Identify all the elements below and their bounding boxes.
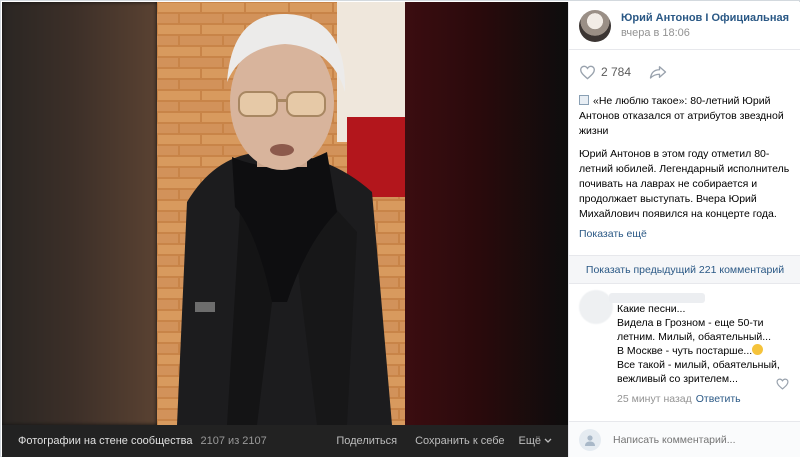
comment-text: В Москве - чуть постарше... [617,345,753,357]
share-arrow-icon [649,66,667,79]
community-avatar[interactable] [579,9,611,42]
comments-section: Показать предыдущий 221 комментарий Каки… [569,255,800,406]
comment-line: Видела в Грозном - еще 50-ти летним. Мил… [617,317,772,343]
comment-composer [569,421,800,457]
user-avatar [579,428,601,451]
post-headline: «Не люблю такое»: 80-летний Юрий Антонов… [579,94,790,139]
blurred-background-left [2,2,157,425]
viewer-bottom-bar: Фотографии на стене сообщества 2107 из 2… [2,425,568,457]
album-link[interactable]: Фотографии на стене сообщества [18,435,193,447]
like-button[interactable]: 2 784 [579,65,631,80]
comment-item: Какие песни... Видела в Грозном - еще 50… [569,284,800,406]
chevron-down-icon [544,438,552,443]
like-count: 2 784 [601,65,632,79]
more-menu-button[interactable]: Ещё [518,435,552,447]
photo-stage[interactable] [2,2,568,425]
commenter-avatar[interactable] [579,290,613,324]
comment-body: Какие песни... Видела в Грозном - еще 50… [617,302,782,406]
show-more-link[interactable]: Показать ещё [569,228,800,240]
post-actions: 2 784 [569,50,800,94]
post-text: «Не люблю такое»: 80-летний Юрий Антонов… [569,94,800,222]
community-name[interactable]: Юрий Антонов I Официальная груп [621,12,790,24]
photo-counter: 2107 из 2107 [200,435,267,447]
post-body: Юрий Антонов в этом году отметил 80-летн… [579,148,790,220]
share-button[interactable] [649,65,667,79]
heart-icon [776,378,789,390]
photo-viewer: Фотографии на стене сообщества 2107 из 2… [0,0,800,457]
comment-like-button[interactable] [776,378,789,393]
smiling-face-emoji-icon [752,344,764,355]
user-silhouette-icon [585,434,595,446]
post-side-panel: Юрий Антонов I Официальная груп вчера в … [568,2,800,457]
reply-button[interactable]: Ответить [696,392,741,406]
save-photo-button[interactable]: Сохранить к себе [415,435,504,447]
post-title: «Не люблю такое»: 80-летний Юрий Антонов… [579,95,784,137]
post-header: Юрий Антонов I Официальная груп вчера в … [569,2,800,50]
comment-time[interactable]: 25 минут назад [617,392,692,406]
post-photo[interactable] [157,2,405,425]
more-label: Ещё [518,435,541,447]
comment-input[interactable] [613,433,783,446]
comment-line: Какие песни... [617,303,686,315]
comment-line: В Москве - чуть постарше... Все такой - … [617,344,782,386]
heart-icon [579,65,596,80]
post-time[interactable]: вчера в 18:06 [621,27,790,39]
newspaper-icon [579,95,589,105]
blurred-background-right [405,2,568,425]
comment-text: Все такой - милый, обаятельный, вежливый… [617,359,780,385]
comment-meta: 25 минут назад Ответить [617,392,782,406]
commenter-name-redacted [609,293,705,303]
photo-illustration [157,2,405,425]
show-previous-comments-button[interactable]: Показать предыдущий 221 комментарий [569,256,800,284]
share-photo-button[interactable]: Поделиться [336,435,397,447]
